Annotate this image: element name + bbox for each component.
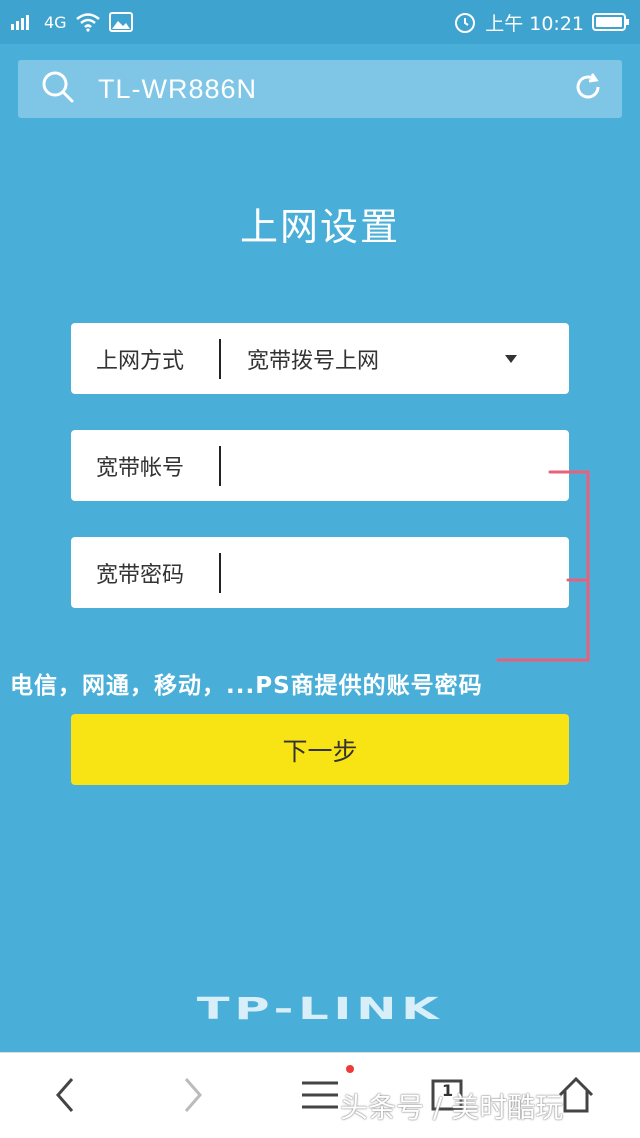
- dropdown-arrow-icon[interactable]: [505, 354, 517, 363]
- password-input[interactable]: [221, 542, 569, 603]
- signal-icon: [10, 13, 36, 31]
- alarm-icon: [453, 10, 477, 34]
- wifi-icon: [75, 12, 101, 32]
- status-right: 上午 10:21: [453, 9, 630, 36]
- password-label: 宽带密码: [96, 562, 185, 588]
- battery-icon: [592, 12, 630, 32]
- annotation-text: 电信，网通，移动，...PS商提供的账号密码: [10, 673, 483, 699]
- image-icon: [108, 12, 133, 32]
- refresh-icon[interactable]: [572, 71, 604, 107]
- url-bar[interactable]: TL-WR886N: [18, 60, 622, 118]
- menu-icon[interactable]: [300, 1075, 340, 1119]
- forward-icon[interactable]: [182, 1075, 206, 1119]
- account-field[interactable]: 宽带帐号: [71, 430, 569, 501]
- status-left: 4G: [10, 12, 133, 32]
- password-field[interactable]: 宽带密码: [71, 537, 569, 608]
- account-label: 宽带帐号: [96, 455, 185, 481]
- page-title: 上网设置: [239, 205, 400, 249]
- next-button[interactable]: 下一步: [71, 714, 569, 785]
- connection-type-value[interactable]: 宽带拨号上网: [221, 329, 505, 389]
- tp-link-logo: TP-LINK: [196, 992, 444, 1027]
- notification-dot: [346, 1065, 354, 1073]
- status-bar: 4G 上午 10:21: [0, 0, 640, 44]
- account-input[interactable]: [221, 435, 569, 496]
- connection-type-select[interactable]: 上网方式 宽带拨号上网: [71, 323, 569, 394]
- watermark: 头条号 / 美时酷玩: [340, 1091, 564, 1124]
- url-area: TL-WR886N: [0, 44, 640, 132]
- network-type: 4G: [44, 12, 67, 32]
- url-text[interactable]: TL-WR886N: [98, 74, 257, 105]
- clock-time: 上午 10:21: [485, 12, 584, 35]
- back-icon[interactable]: [52, 1075, 76, 1119]
- connection-type-label: 上网方式: [96, 348, 185, 374]
- search-icon: [40, 69, 76, 109]
